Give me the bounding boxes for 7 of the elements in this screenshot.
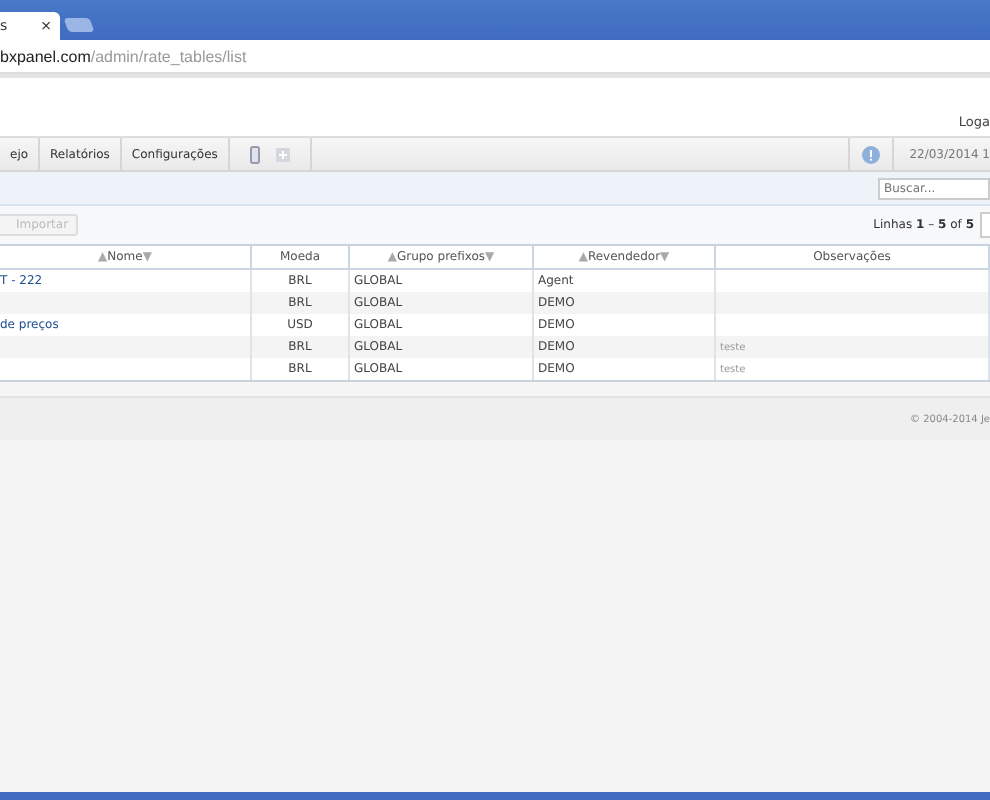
plus-icon[interactable] (275, 147, 290, 161)
address-bar[interactable]: bxpanel.com/admin/rate_tables/list (0, 40, 990, 74)
new-tab-button[interactable] (63, 18, 95, 32)
address-path: /admin/rate_tables/list (90, 47, 247, 65)
info-icon[interactable] (861, 145, 880, 163)
address-domain: bxpanel.com (0, 47, 91, 65)
phone-icon[interactable] (249, 145, 260, 163)
